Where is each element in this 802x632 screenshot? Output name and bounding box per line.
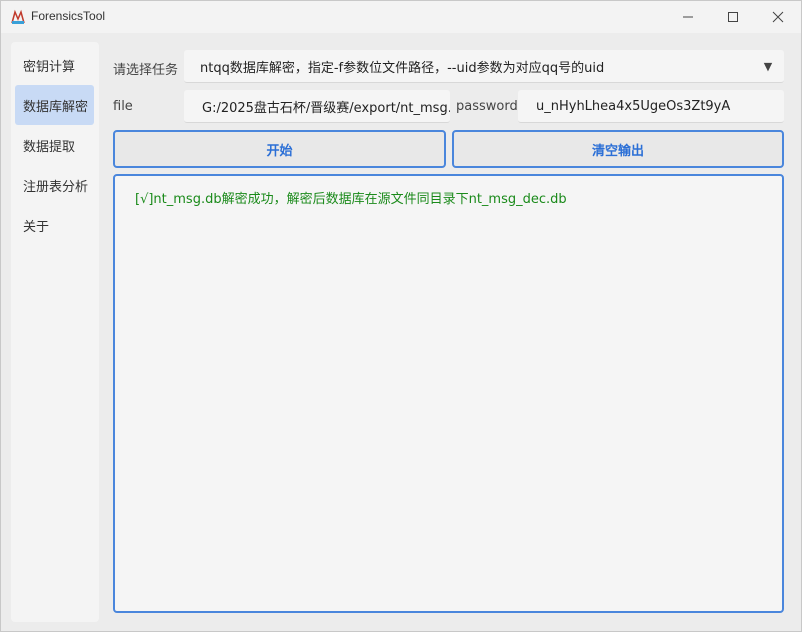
clear-output-button[interactable]: 清空输出: [452, 130, 784, 168]
file-path-input[interactable]: G:/2025盘古石杯/晋级赛/export/nt_msg.db: [184, 90, 450, 123]
minimize-button[interactable]: [665, 1, 711, 33]
sidebar-item-registry[interactable]: 注册表分析: [15, 165, 94, 205]
password-label: password: [456, 99, 518, 114]
app-logo-icon: [10, 9, 26, 25]
output-textarea[interactable]: [√]nt_msg.db解密成功，解密后数据库在源文件同目录下nt_msg_de…: [113, 174, 784, 613]
close-icon: [772, 11, 784, 23]
sidebar-item-key-calc[interactable]: 密钥计算: [15, 45, 94, 85]
output-line-success: [√]nt_msg.db解密成功，解密后数据库在源文件同目录下nt_msg_de…: [135, 192, 567, 207]
sidebar-item-data-extract[interactable]: 数据提取: [15, 125, 94, 165]
title-bar[interactable]: ForensicsTool: [1, 1, 801, 33]
minimize-icon: [683, 16, 693, 18]
maximize-icon: [728, 12, 738, 22]
task-select[interactable]: ntqq数据库解密，指定-f参数位文件路径，--uid参数为对应qq号的uid …: [184, 50, 784, 83]
password-input[interactable]: u_nHyhLhea4x5UgeOs3Zt9yA: [518, 90, 784, 123]
sidebar-item-db-decrypt[interactable]: 数据库解密: [15, 85, 94, 125]
task-select-value: ntqq数据库解密，指定-f参数位文件路径，--uid参数为对应qq号的uid: [200, 60, 605, 76]
maximize-button[interactable]: [710, 1, 756, 33]
file-label: file: [113, 99, 133, 114]
dropdown-arrow-icon[interactable]: ▼: [762, 59, 774, 73]
window-title: ForensicsTool: [31, 9, 106, 23]
start-button[interactable]: 开始: [113, 130, 446, 168]
close-button[interactable]: [755, 1, 801, 33]
app-window: ForensicsTool 密钥计算 数据库解密 数据提取 注册表分析 关于 请…: [0, 0, 802, 632]
task-label: 请选择任务: [113, 63, 179, 78]
sidebar-item-about[interactable]: 关于: [15, 205, 94, 245]
sidebar: 密钥计算 数据库解密 数据提取 注册表分析 关于: [11, 42, 99, 622]
